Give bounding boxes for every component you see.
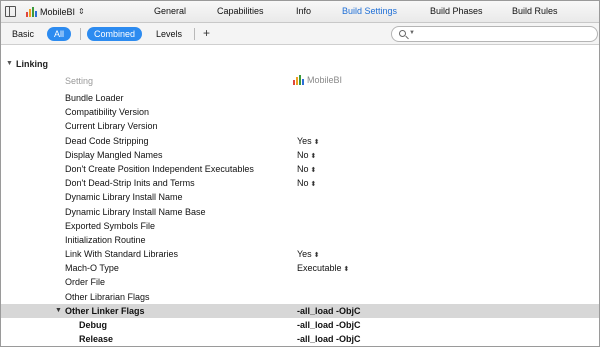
settings-table: Bundle Loader Compatibility Version Curr… — [1, 91, 599, 346]
setting-row-debug[interactable]: Debug -all_load -ObjC — [1, 318, 599, 332]
setting-row[interactable]: Exported Symbols File — [1, 219, 599, 233]
filter-divider — [80, 28, 81, 40]
filter-divider — [194, 28, 195, 40]
setting-name: Bundle Loader — [65, 93, 124, 103]
target-column-name: MobileBI — [307, 75, 343, 85]
setting-value[interactable]: -all_load -ObjC — [297, 318, 361, 332]
tab-build-phases[interactable]: Build Phases — [430, 6, 483, 16]
setting-value: No — [297, 149, 309, 160]
setting-row[interactable]: Initialization Routine — [1, 233, 599, 247]
setting-row[interactable]: Dead Code Stripping Yes ⬍ — [1, 134, 599, 148]
app-target-icon — [293, 75, 304, 85]
tab-build-settings[interactable]: Build Settings — [342, 6, 397, 16]
stepper-icon: ⬍ — [313, 138, 320, 146]
setting-value: No — [297, 163, 309, 174]
setting-row[interactable]: Other Librarian Flags — [1, 290, 599, 304]
configuration-name: Debug — [79, 320, 107, 330]
tab-info[interactable]: Info — [296, 6, 311, 16]
setting-value: No — [297, 178, 309, 189]
all-filter-button[interactable]: All — [47, 27, 72, 41]
basic-filter-button[interactable]: Basic — [12, 27, 34, 41]
chevron-down-icon: ▼ — [409, 30, 415, 36]
setting-name: Dynamic Library Install Name — [65, 192, 183, 203]
setting-row-release[interactable]: Release -all_load -ObjC — [1, 332, 599, 346]
setting-name: Link With Standard Libraries — [65, 249, 179, 260]
column-header: Setting MobileBI — [1, 74, 599, 88]
setting-row-other-linker-flags[interactable]: ▼ Other Linker Flags -all_load -ObjC — [1, 303, 599, 318]
stepper-icon: ⬍ — [343, 266, 350, 274]
search-input[interactable]: ▼ — [391, 26, 598, 42]
stepper-icon: ⬍ — [310, 181, 317, 189]
setting-row[interactable]: Don't Create Position Independent Execut… — [1, 162, 599, 176]
stepper-icon: ⬍ — [310, 152, 317, 160]
setting-value: Yes — [297, 249, 312, 260]
setting-name: Display Mangled Names — [65, 149, 163, 160]
settings-filter-bar: Basic All Combined Levels + ▼ — [1, 23, 599, 45]
setting-name: Order File — [65, 277, 106, 288]
setting-name: Don't Dead-Strip Inits and Terms — [65, 178, 195, 189]
setting-row[interactable]: Mach-O Type Executable ⬍ — [1, 261, 599, 275]
build-settings-window: MobileBI ⇕ General Capabilities Info Bui… — [0, 0, 600, 347]
setting-name: Don't Create Position Independent Execut… — [65, 163, 254, 174]
configuration-name: Release — [79, 334, 114, 345]
section-title: Linking — [16, 59, 48, 69]
stepper-icon: ⬍ — [313, 252, 320, 260]
combined-view-button[interactable]: Combined — [87, 27, 143, 41]
setting-row[interactable]: Compatibility Version — [1, 105, 599, 119]
setting-row[interactable]: Current Library Version — [1, 119, 599, 133]
tab-build-rules[interactable]: Build Rules — [512, 6, 558, 16]
target-selector[interactable]: MobileBI ⇕ — [26, 5, 85, 19]
stepper-icon: ⬍ — [310, 166, 317, 174]
section-header-linking[interactable]: ▼ Linking — [1, 59, 599, 72]
setting-value: Executable — [297, 263, 342, 274]
setting-name: Compatibility Version — [65, 107, 150, 118]
stepper-icon: ⇕ — [78, 7, 85, 16]
tab-capabilities[interactable]: Capabilities — [217, 6, 264, 16]
target-name: MobileBI — [40, 7, 76, 17]
target-column-label: MobileBI — [293, 75, 342, 85]
setting-column-label: Setting — [65, 76, 94, 86]
setting-row[interactable]: Dynamic Library Install Name Base — [1, 205, 599, 219]
setting-name: Other Librarian Flags — [65, 291, 150, 302]
setting-name: Mach-O Type — [65, 263, 119, 274]
setting-name: Current Library Version — [65, 121, 158, 132]
sidebar-toggle-icon[interactable] — [5, 6, 16, 17]
setting-row[interactable]: Don't Dead-Strip Inits and Terms No ⬍ — [1, 176, 599, 190]
setting-name: Dead Code Stripping — [65, 135, 149, 146]
add-setting-icon[interactable]: + — [203, 26, 210, 40]
setting-name: Initialization Routine — [65, 234, 146, 245]
setting-row[interactable]: Link With Standard Libraries Yes ⬍ — [1, 247, 599, 261]
setting-row[interactable]: Order File — [1, 275, 599, 289]
editor-tab-bar: MobileBI ⇕ General Capabilities Info Bui… — [1, 1, 599, 23]
setting-row[interactable]: Dynamic Library Install Name — [1, 190, 599, 204]
levels-view-button[interactable]: Levels — [156, 27, 182, 41]
setting-name: Dynamic Library Install Name Base — [65, 206, 206, 217]
setting-value: Yes — [297, 135, 312, 146]
setting-row[interactable]: Bundle Loader — [1, 91, 599, 105]
setting-row[interactable]: Display Mangled Names No ⬍ — [1, 148, 599, 162]
setting-value[interactable]: -all_load -ObjC — [297, 304, 361, 318]
setting-name: Exported Symbols File — [65, 220, 156, 231]
app-target-icon — [26, 7, 37, 17]
tab-general[interactable]: General — [154, 6, 186, 16]
search-icon — [399, 30, 406, 37]
disclosure-triangle-icon[interactable]: ▼ — [55, 304, 62, 318]
disclosure-triangle-icon: ▼ — [6, 60, 13, 67]
setting-name: Other Linker Flags — [65, 305, 145, 316]
setting-value[interactable]: -all_load -ObjC — [297, 332, 361, 346]
